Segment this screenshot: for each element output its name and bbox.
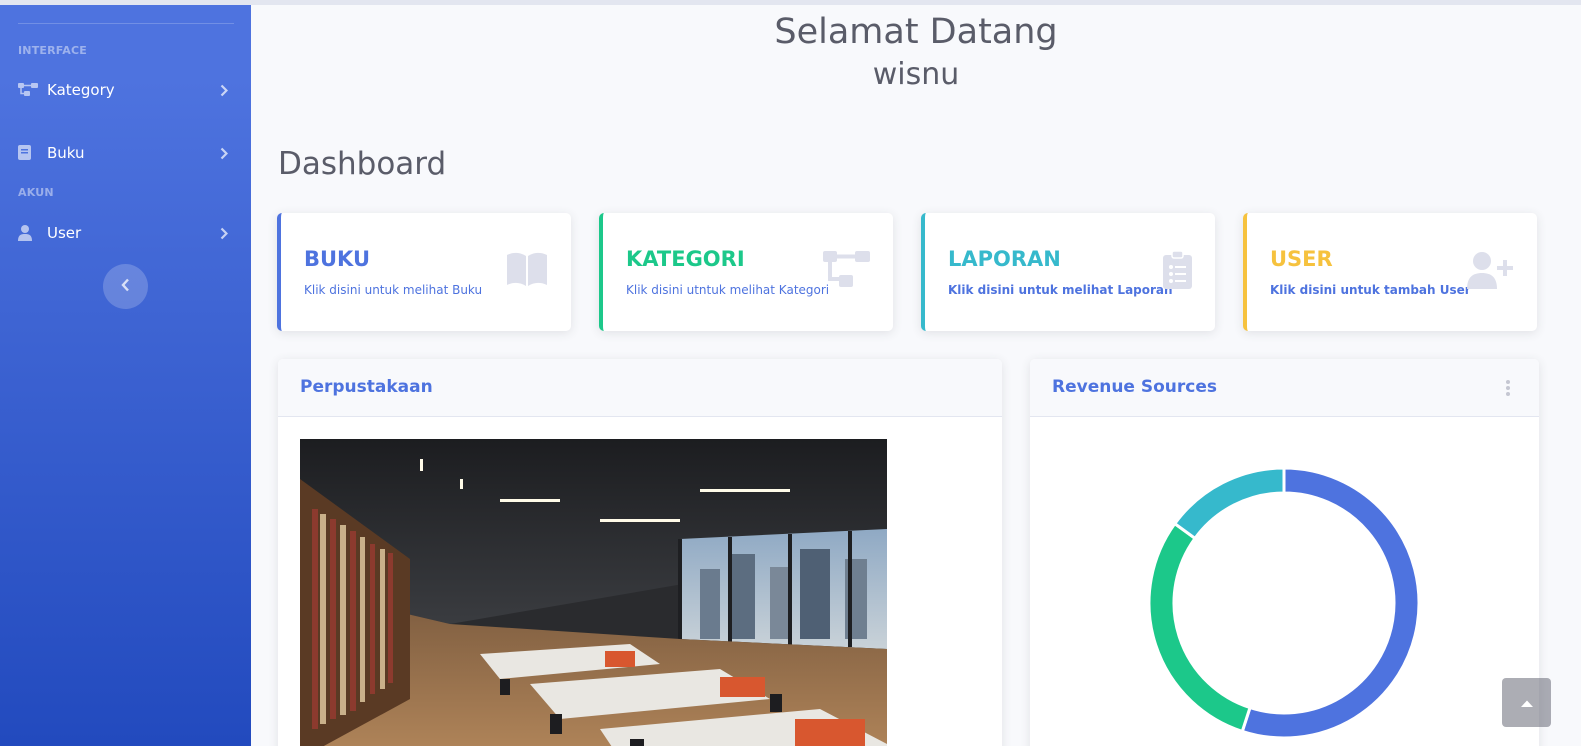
welcome-title: Selamat Datang <box>774 12 1058 52</box>
user-icon <box>18 225 38 241</box>
scroll-to-top-button[interactable] <box>1502 678 1551 727</box>
sidebar-item-buku[interactable]: Buku <box>18 138 234 168</box>
welcome-username: wisnu <box>872 57 960 92</box>
sitemap-icon <box>18 82 38 98</box>
sidebar-item-kategory[interactable]: Kategory <box>18 75 234 105</box>
chevron-up-icon <box>1520 693 1534 712</box>
sidebar-heading-interface: INTERFACE <box>18 44 87 57</box>
card-laporan[interactable]: LAPORAN Klik disini untuk melihat Lapora… <box>921 213 1215 331</box>
library-image <box>300 439 887 746</box>
sidebar-toggle-button[interactable] <box>103 264 148 309</box>
sidebar-item-label: Kategory <box>47 81 115 99</box>
chevron-right-icon <box>220 226 229 244</box>
user-plus-icon <box>1467 251 1515 293</box>
book-icon <box>18 145 38 161</box>
card-description: Klik disini untuk tambah User <box>1270 283 1471 297</box>
book-open-icon <box>505 251 549 291</box>
clipboard-list-icon <box>1163 250 1193 293</box>
sidebar-heading-akun: AKUN <box>18 186 54 199</box>
revenue-donut-chart <box>1147 466 1421 740</box>
card-label: USER <box>1270 247 1333 271</box>
panel-revenue-sources: Revenue Sources <box>1030 359 1539 746</box>
card-buku[interactable]: BUKU Klik disini untuk melihat Buku <box>277 213 571 331</box>
chevron-right-icon <box>220 83 229 101</box>
card-label: LAPORAN <box>948 247 1061 271</box>
panel-header: Perpustakaan <box>278 359 1002 417</box>
card-kategori[interactable]: KATEGORI Klik disini utntuk melihat Kate… <box>599 213 893 331</box>
panel-title: Perpustakaan <box>300 377 433 397</box>
donut-slice[interactable] <box>1240 466 1421 740</box>
sidebar: INTERFACE Kategory Buku AKUN User <box>0 5 251 746</box>
chevron-left-icon <box>121 277 130 296</box>
sidebar-item-user[interactable]: User <box>18 218 234 248</box>
card-user[interactable]: USER Klik disini untuk tambah User <box>1243 213 1537 331</box>
donut-slice[interactable] <box>1172 466 1286 541</box>
sidebar-item-label: Buku <box>47 144 85 162</box>
sidebar-item-label: User <box>47 224 82 242</box>
card-description: Klik disini untuk melihat Laporan <box>948 283 1173 297</box>
chevron-right-icon <box>220 146 229 164</box>
sidebar-divider <box>18 23 234 24</box>
page-title: Dashboard <box>278 146 447 182</box>
panel-header: Revenue Sources <box>1030 359 1539 417</box>
more-options-icon[interactable] <box>1505 379 1511 401</box>
card-label: KATEGORI <box>626 247 745 271</box>
card-description: Klik disini untuk melihat Buku <box>304 283 483 297</box>
donut-slice[interactable] <box>1147 521 1252 734</box>
panel-perpustakaan: Perpustakaan <box>278 359 1002 746</box>
panel-title: Revenue Sources <box>1052 377 1218 397</box>
sitemap-icon <box>823 251 871 293</box>
card-label: BUKU <box>304 247 371 271</box>
card-description: Klik disini utntuk melihat Kategori <box>626 283 830 297</box>
